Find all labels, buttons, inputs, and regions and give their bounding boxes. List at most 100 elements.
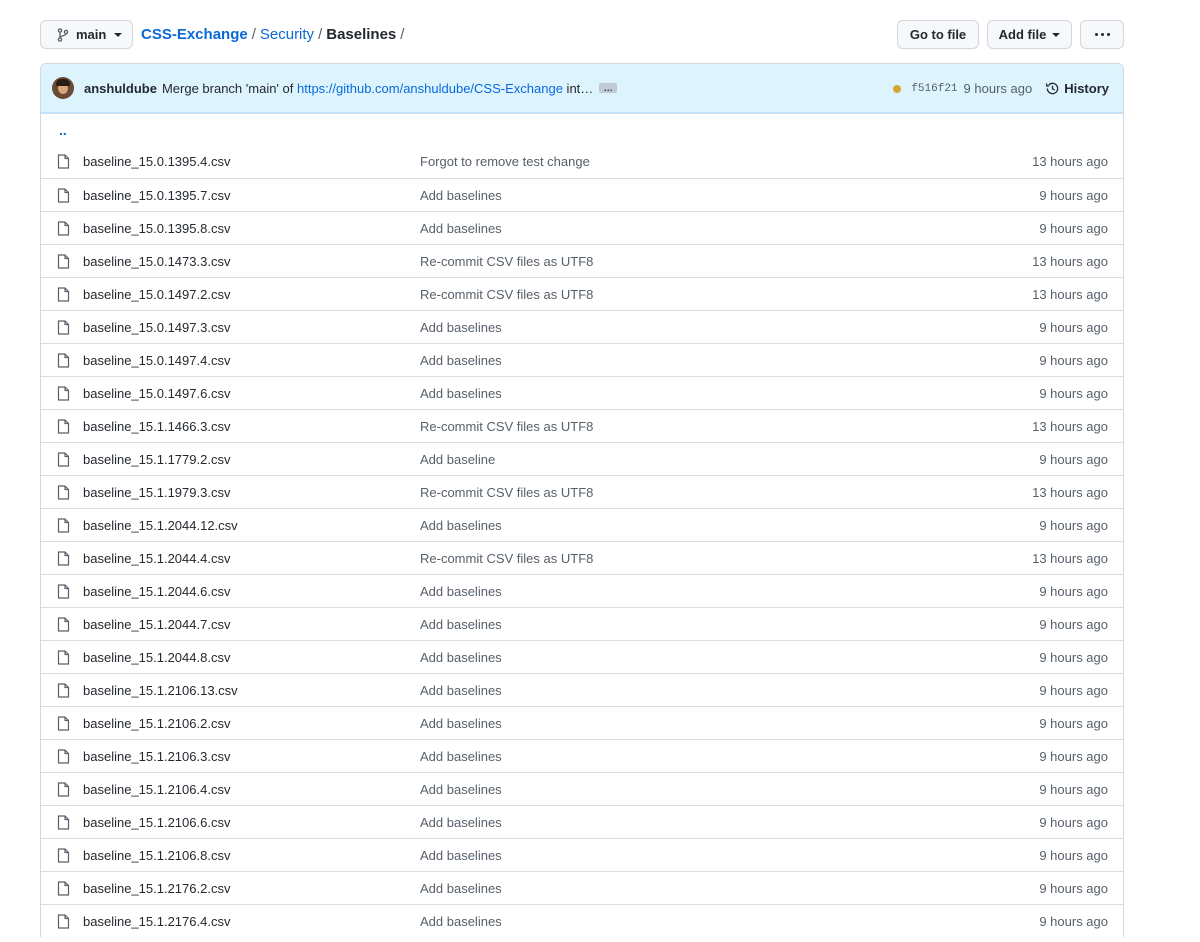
file-name-link[interactable]: baseline_15.1.2044.8.csv [83, 650, 230, 665]
file-icon [57, 452, 70, 467]
breadcrumb-separator: / [318, 26, 323, 43]
file-name-link[interactable]: baseline_15.0.1497.2.csv [83, 287, 230, 302]
table-row[interactable]: baseline_15.1.1779.2.csv Add baseline 9 ho… [41, 442, 1123, 475]
file-name-link[interactable]: baseline_15.1.1979.3.csv [83, 485, 230, 500]
table-row[interactable]: baseline_15.0.1395.4.csv Forgot to remove… [41, 145, 1123, 178]
table-row[interactable]: baseline_15.1.1979.3.csv Re-commit CSV fi… [41, 475, 1123, 508]
expand-commit-message-button[interactable]: … [599, 83, 618, 93]
file-name-link[interactable]: baseline_15.1.2044.7.csv [83, 617, 230, 632]
file-name-link[interactable]: baseline_15.1.2176.4.csv [83, 914, 230, 929]
table-row[interactable]: baseline_15.1.2176.2.csv Add baselines 9 h… [41, 871, 1123, 904]
file-name-link[interactable]: baseline_15.0.1473.3.csv [83, 254, 230, 269]
commit-message-link[interactable]: https://github.com/anshuldube/CSS-Exchan… [297, 81, 563, 96]
file-commit-message-link[interactable]: Re-commit CSV files as UTF8 [420, 254, 593, 269]
file-commit-message-link[interactable]: Re-commit CSV files as UTF8 [420, 287, 593, 302]
table-row[interactable]: baseline_15.1.2106.4.csv Add baselines 9 h… [41, 772, 1123, 805]
file-name-link[interactable]: baseline_15.0.1395.4.csv [83, 154, 230, 169]
file-commit-message-link[interactable]: Add baselines [420, 353, 502, 368]
file-commit-message-link[interactable]: Add baselines [420, 749, 502, 764]
file-commit-message-link[interactable]: Add baselines [420, 782, 502, 797]
file-name-link[interactable]: baseline_15.1.2044.4.csv [83, 551, 230, 566]
table-row[interactable]: baseline_15.1.2106.2.csv Add baselines 9 h… [41, 706, 1123, 739]
history-link[interactable]: History [1045, 81, 1109, 96]
file-commit-message-link[interactable]: Add baselines [420, 815, 502, 830]
file-name-link[interactable]: baseline_15.0.1395.8.csv [83, 221, 230, 236]
table-row[interactable]: baseline_15.0.1497.2.csv Re-commit CSV fi… [41, 277, 1123, 310]
commit-sha-link[interactable]: f516f21 [911, 83, 957, 95]
file-commit-message-link[interactable]: Add baselines [420, 683, 502, 698]
add-file-button[interactable]: Add file [987, 20, 1072, 49]
avatar[interactable] [52, 77, 74, 99]
more-options-button[interactable] [1080, 20, 1124, 49]
table-row[interactable]: baseline_15.1.2044.8.csv Add baselines 9 h… [41, 640, 1123, 673]
file-commit-message-link[interactable]: Add baselines [420, 221, 502, 236]
file-name-link[interactable]: baseline_15.1.2176.2.csv [83, 881, 230, 896]
file-commit-message-link[interactable]: Add baselines [420, 188, 502, 203]
table-row[interactable]: baseline_15.1.2106.6.csv Add baselines 9 h… [41, 805, 1123, 838]
file-commit-age: 9 hours ago [1039, 847, 1108, 863]
chevron-down-icon [1052, 32, 1061, 37]
file-name-link[interactable]: baseline_15.1.2044.6.csv [83, 584, 230, 599]
file-name-link[interactable]: baseline_15.0.1497.3.csv [83, 320, 230, 335]
breadcrumb-folder-link[interactable]: Security [260, 26, 314, 43]
table-row[interactable]: baseline_15.0.1497.3.csv Add baselines 9 h… [41, 310, 1123, 343]
branch-selector-button[interactable]: main [40, 20, 133, 49]
file-name-link[interactable]: baseline_15.1.2106.6.csv [83, 815, 230, 830]
table-row[interactable]: baseline_15.1.2044.12.csv Add baselines 9 … [41, 508, 1123, 541]
file-name-link[interactable]: baseline_15.1.1779.2.csv [83, 452, 230, 467]
file-commit-message-link[interactable]: Add baselines [420, 386, 502, 401]
file-commit-message-link[interactable]: Add baselines [420, 716, 502, 731]
file-commit-message-link[interactable]: Add baselines [420, 617, 502, 632]
file-name-link[interactable]: baseline_15.1.2106.2.csv [83, 716, 230, 731]
history-icon [1045, 81, 1060, 96]
breadcrumb-repo-link[interactable]: CSS-Exchange [141, 26, 248, 43]
commit-status-dot[interactable] [893, 84, 902, 93]
file-name-link[interactable]: baseline_15.1.2106.4.csv [83, 782, 230, 797]
file-commit-message-link[interactable]: Add baselines [420, 848, 502, 863]
commit-time[interactable]: 9 hours ago [964, 81, 1033, 96]
file-name-link[interactable]: baseline_15.1.2106.3.csv [83, 749, 230, 764]
file-commit-message-link[interactable]: Re-commit CSV files as UTF8 [420, 419, 593, 434]
commit-author-link[interactable]: anshuldube [84, 81, 157, 96]
file-name-link[interactable]: baseline_15.1.2106.13.csv [83, 683, 238, 698]
file-commit-message-link[interactable]: Re-commit CSV files as UTF8 [420, 485, 593, 500]
commit-message[interactable]: Merge branch 'main' of https://github.co… [162, 81, 593, 96]
file-commit-message-link[interactable]: Re-commit CSV files as UTF8 [420, 551, 593, 566]
table-row[interactable]: baseline_15.1.2044.4.csv Re-commit CSV fi… [41, 541, 1123, 574]
table-row[interactable]: baseline_15.0.1497.6.csv Add baselines 9 h… [41, 376, 1123, 409]
file-name-link[interactable]: baseline_15.0.1395.7.csv [83, 188, 230, 203]
file-icon [57, 287, 70, 302]
file-name-link[interactable]: baseline_15.0.1497.4.csv [83, 353, 230, 368]
file-commit-message-link[interactable]: Add baselines [420, 320, 502, 335]
table-row[interactable]: baseline_15.1.2176.4.csv Add baselines 9 h… [41, 904, 1123, 937]
file-commit-message-link[interactable]: Add baseline [420, 452, 495, 467]
file-commit-message-link[interactable]: Add baselines [420, 881, 502, 896]
table-row[interactable]: baseline_15.0.1395.8.csv Add baselines 9 h… [41, 211, 1123, 244]
table-row[interactable]: baseline_15.1.2106.3.csv Add baselines 9 h… [41, 739, 1123, 772]
file-commit-message-link[interactable]: Add baselines [420, 584, 502, 599]
file-icon [57, 881, 70, 896]
table-row[interactable]: baseline_15.1.2044.7.csv Add baselines 9 h… [41, 607, 1123, 640]
parent-directory-row[interactable]: .. [41, 113, 1123, 145]
file-commit-message-link[interactable]: Forgot to remove test change [420, 154, 590, 169]
table-row[interactable]: baseline_15.1.1466.3.csv Re-commit CSV fi… [41, 409, 1123, 442]
file-icon [57, 617, 70, 632]
file-commit-message-link[interactable]: Add baselines [420, 914, 502, 929]
file-commit-message-link[interactable]: Add baselines [420, 518, 502, 533]
latest-commit-bar: anshuldube Merge branch 'main' of https:… [41, 64, 1123, 113]
file-name-link[interactable]: baseline_15.1.2106.8.csv [83, 848, 230, 863]
breadcrumb: CSS-Exchange / Security / Baselines / [141, 20, 408, 49]
table-row[interactable]: baseline_15.0.1395.7.csv Add baselines 9 h… [41, 178, 1123, 211]
file-name-link[interactable]: baseline_15.1.1466.3.csv [83, 419, 230, 434]
go-to-file-button[interactable]: Go to file [897, 20, 979, 49]
parent-directory-link[interactable]: .. [59, 122, 67, 138]
file-name-link[interactable]: baseline_15.0.1497.6.csv [83, 386, 230, 401]
table-row[interactable]: baseline_15.1.2106.13.csv Add baselines 9 … [41, 673, 1123, 706]
file-name-link[interactable]: baseline_15.1.2044.12.csv [83, 518, 238, 533]
table-row[interactable]: baseline_15.0.1473.3.csv Re-commit CSV fi… [41, 244, 1123, 277]
file-commit-age: 9 hours ago [1039, 781, 1108, 797]
table-row[interactable]: baseline_15.1.2106.8.csv Add baselines 9 h… [41, 838, 1123, 871]
file-commit-message-link[interactable]: Add baselines [420, 650, 502, 665]
table-row[interactable]: baseline_15.0.1497.4.csv Add baselines 9 h… [41, 343, 1123, 376]
table-row[interactable]: baseline_15.1.2044.6.csv Add baselines 9 h… [41, 574, 1123, 607]
